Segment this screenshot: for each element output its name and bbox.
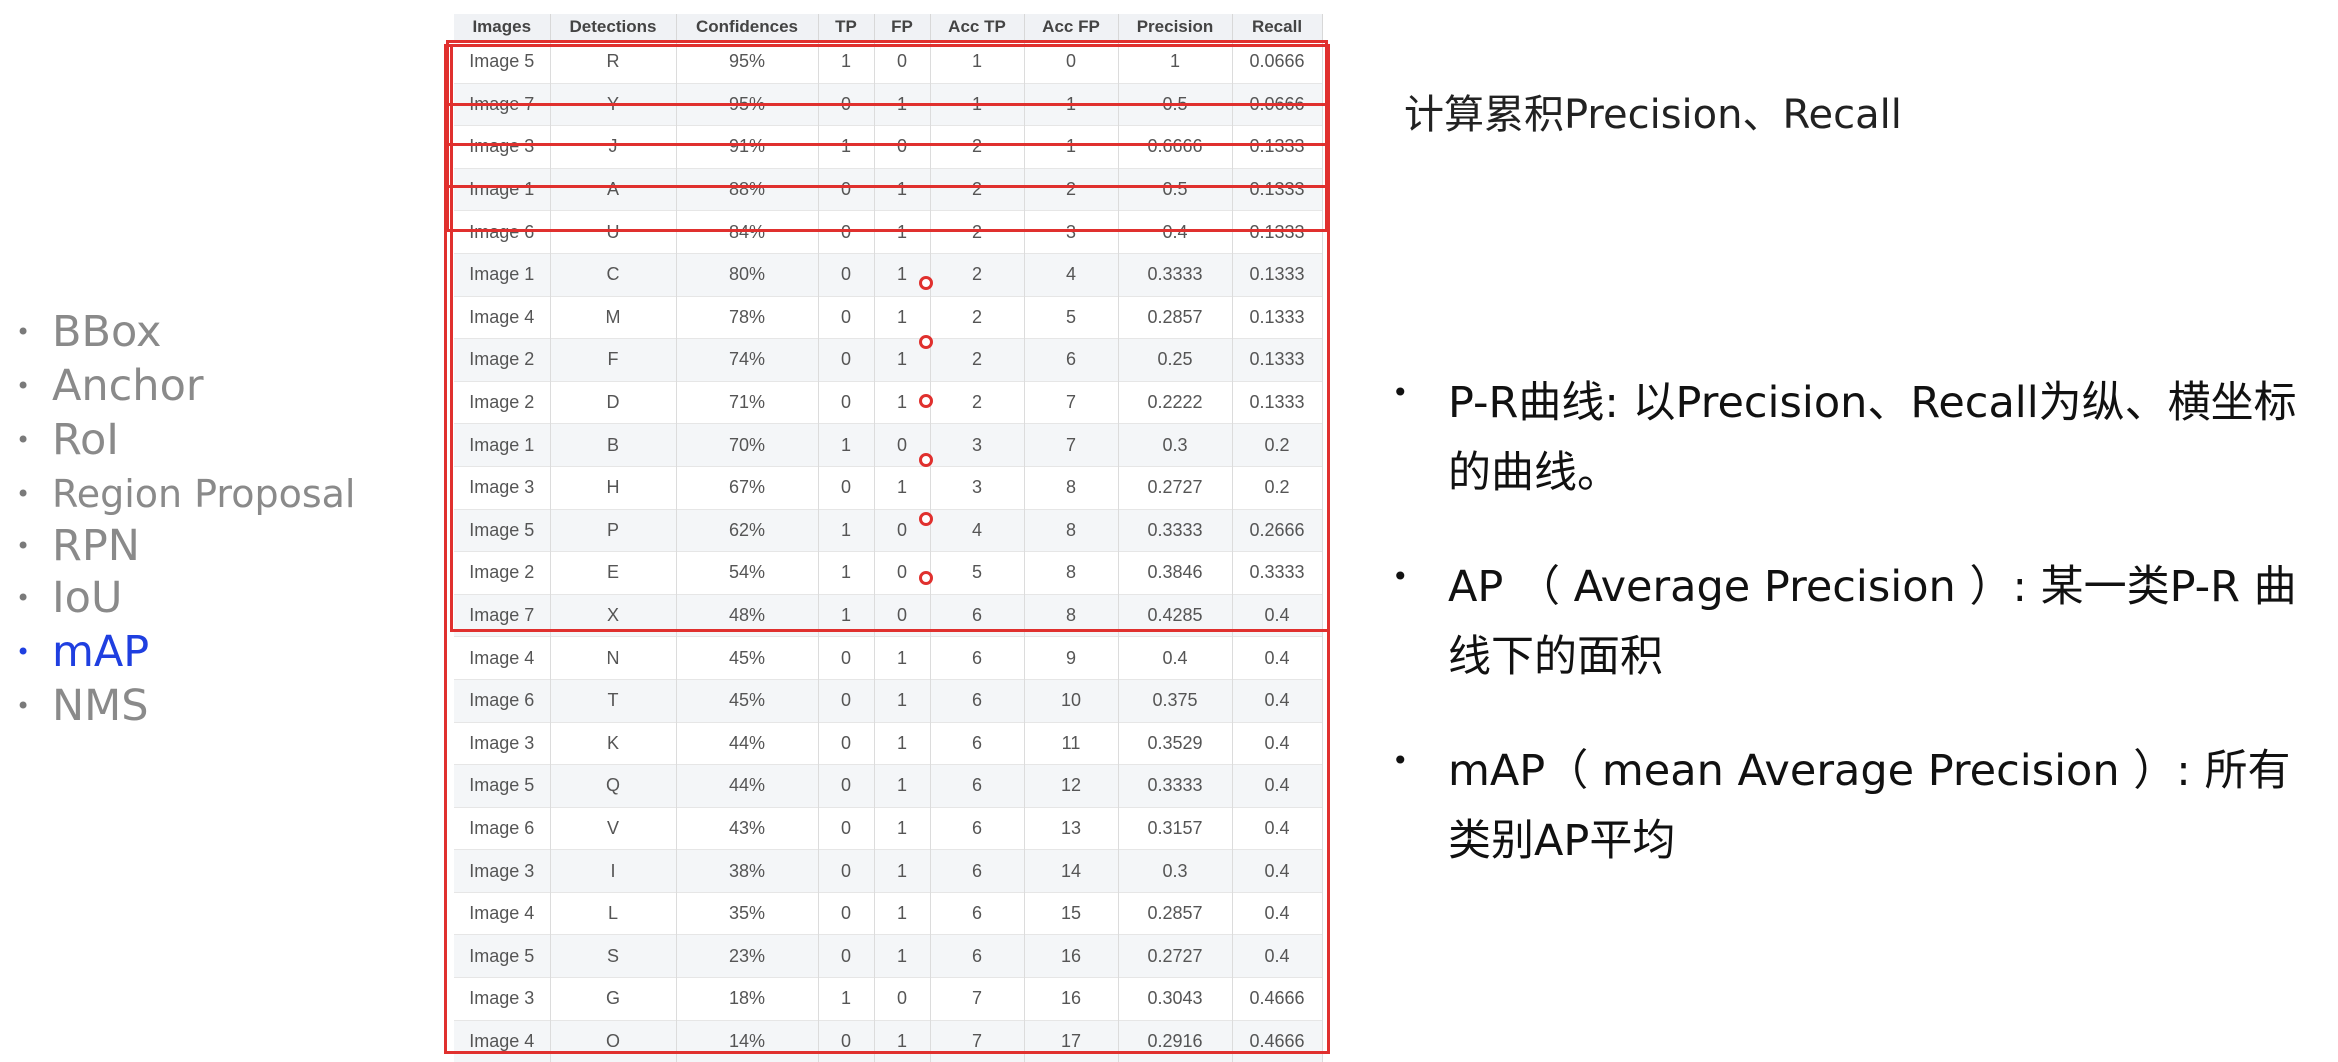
- nav-item-region-proposal[interactable]: • Region Proposal: [16, 468, 355, 520]
- bullet-icon: •: [16, 372, 31, 400]
- nav-item-roi[interactable]: • RoI: [16, 414, 119, 466]
- bullet-icon: •: [1392, 376, 1409, 409]
- bullet-icon: •: [16, 584, 31, 612]
- bullet-icon: •: [16, 318, 31, 346]
- nav-item-label: mAP: [52, 627, 150, 677]
- definition-text: P-R曲线: 以Precision、Recall为纵、横坐标的曲线。: [1448, 378, 2297, 498]
- highlight-box-all-rows: [444, 44, 1330, 1054]
- nav-item-bbox[interactable]: • BBox: [16, 306, 161, 358]
- marker-circle: [919, 571, 933, 585]
- nav-item-label: RoI: [52, 415, 119, 465]
- bullet-icon: •: [16, 692, 31, 720]
- nav-item-label: IoU: [52, 573, 123, 623]
- nav-item-label: Region Proposal: [52, 472, 356, 516]
- definition-text: mAP（ mean Average Precision ）: 所有类别AP平均: [1448, 746, 2291, 866]
- nav-item-rpn[interactable]: • RPN: [16, 520, 140, 572]
- marker-circle: [919, 335, 933, 349]
- bullet-icon: •: [16, 426, 31, 454]
- nav-item-label: RPN: [52, 521, 140, 571]
- nav-item-iou[interactable]: • IoU: [16, 572, 122, 624]
- nav-item-map[interactable]: • mAP: [16, 626, 149, 678]
- bullet-icon: •: [16, 532, 31, 560]
- definition-list: • P-R曲线: 以Precision、Recall为纵、横坐标的曲线。 • A…: [1392, 368, 2338, 920]
- header-confidences: Confidences: [676, 14, 819, 41]
- definition-text: AP （ Average Precision ）: 某一类P-R 曲线下的面积: [1448, 562, 2297, 682]
- nav-item-label: NMS: [52, 681, 149, 731]
- nav-item-label: BBox: [52, 307, 162, 357]
- table-header-row: Images Detections Confidences TP FP Acc …: [454, 14, 1323, 41]
- nav-item-label: Anchor: [52, 361, 204, 411]
- definition-pr-curve: • P-R曲线: 以Precision、Recall为纵、横坐标的曲线。: [1392, 368, 2338, 508]
- header-recall: Recall: [1232, 14, 1323, 41]
- header-tp: TP: [818, 14, 875, 41]
- bullet-icon: •: [16, 480, 31, 508]
- nav-item-nms[interactable]: • NMS: [16, 680, 149, 732]
- nav-item-anchor[interactable]: • Anchor: [16, 360, 204, 412]
- header-acc-fp: Acc FP: [1024, 14, 1119, 41]
- header-acc-tp: Acc TP: [930, 14, 1025, 41]
- header-fp: FP: [874, 14, 931, 41]
- header-detections: Detections: [550, 14, 677, 41]
- header-images: Images: [454, 14, 551, 41]
- topic-nav: • BBox • Anchor • RoI • Region Proposal …: [0, 0, 420, 1056]
- bullet-icon: •: [16, 638, 31, 666]
- definition-map: • mAP（ mean Average Precision ）: 所有类别AP平…: [1392, 736, 2338, 876]
- bullet-icon: •: [1392, 560, 1409, 593]
- marker-circle: [919, 394, 933, 408]
- bullet-icon: •: [1392, 744, 1409, 777]
- definition-ap: • AP （ Average Precision ）: 某一类P-R 曲线下的面…: [1392, 552, 2338, 692]
- marker-circle: [919, 276, 933, 290]
- caption-cumulative-pr: 计算累积Precision、Recall: [1404, 92, 1902, 138]
- marker-circle: [919, 453, 933, 467]
- marker-circle: [919, 512, 933, 526]
- header-precision: Precision: [1118, 14, 1233, 41]
